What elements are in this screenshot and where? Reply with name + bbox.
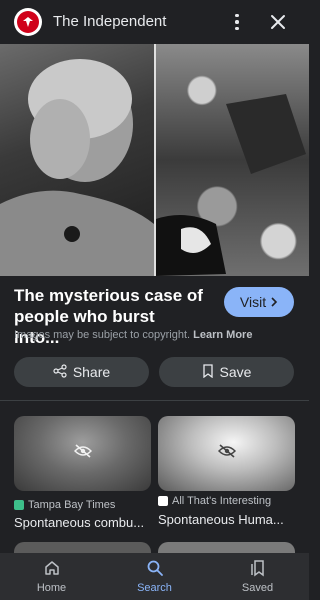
visit-label: Visit xyxy=(239,294,267,310)
hero-image-portrait xyxy=(0,44,154,276)
source-name[interactable]: The Independent xyxy=(53,13,166,30)
nav-saved-label: Saved xyxy=(241,582,274,594)
home-icon xyxy=(43,559,61,580)
copyright-notice: Images may be subject to copyright. Lear… xyxy=(14,329,252,341)
related-title: Spontaneous Huma... xyxy=(158,512,284,527)
saved-collections-icon xyxy=(249,559,267,580)
header-bar: The Independent xyxy=(0,0,309,44)
tampa-bay-times-icon xyxy=(14,500,24,510)
related-title: Spontaneous combu... xyxy=(14,515,145,530)
chevron-right-icon xyxy=(270,294,278,310)
save-label: Save xyxy=(219,364,252,380)
related-card-1[interactable]: Tampa Bay Times Spontaneous combu... xyxy=(14,416,151,531)
section-divider xyxy=(0,400,309,401)
share-button[interactable]: Share xyxy=(14,357,149,387)
hero-image[interactable] xyxy=(0,44,309,276)
visibility-off-icon xyxy=(73,444,92,463)
nav-search[interactable]: Search xyxy=(103,553,206,600)
nav-home-label: Home xyxy=(36,582,67,594)
article-title-line2: people who burst into... xyxy=(14,307,155,347)
copyright-text: Images may be subject to copyright. xyxy=(14,329,191,341)
related-card-2[interactable]: All That's Interesting Spontaneous Huma.… xyxy=(158,416,295,531)
related-source: All That's Interesting xyxy=(158,495,271,507)
related-source: Tampa Bay Times xyxy=(14,499,115,511)
nav-search-label: Search xyxy=(137,582,172,594)
bookmark-icon xyxy=(202,363,214,381)
learn-more-link[interactable]: Learn More xyxy=(193,329,252,341)
source-logo-icon[interactable] xyxy=(14,8,42,36)
related-source-name: All That's Interesting xyxy=(172,495,272,507)
nav-saved[interactable]: Saved xyxy=(206,553,309,600)
more-vert-icon[interactable] xyxy=(226,10,248,34)
share-label: Share xyxy=(72,364,111,380)
article-title-line1: The mysterious case of xyxy=(14,286,203,305)
save-button[interactable]: Save xyxy=(159,357,294,387)
hero-image-scene xyxy=(156,44,309,276)
bottom-navigation: Home Search Saved xyxy=(0,553,309,600)
related-thumbnail xyxy=(158,416,295,491)
nav-home[interactable]: Home xyxy=(0,553,103,600)
related-source-name: Tampa Bay Times xyxy=(28,499,116,511)
eagle-icon xyxy=(17,11,39,33)
related-thumbnail xyxy=(14,416,151,491)
visit-button[interactable]: Visit xyxy=(224,287,294,317)
all-thats-interesting-icon xyxy=(158,496,168,506)
share-icon xyxy=(53,363,67,381)
search-icon xyxy=(146,559,164,580)
close-icon[interactable] xyxy=(266,10,290,34)
visibility-off-icon xyxy=(217,444,236,463)
